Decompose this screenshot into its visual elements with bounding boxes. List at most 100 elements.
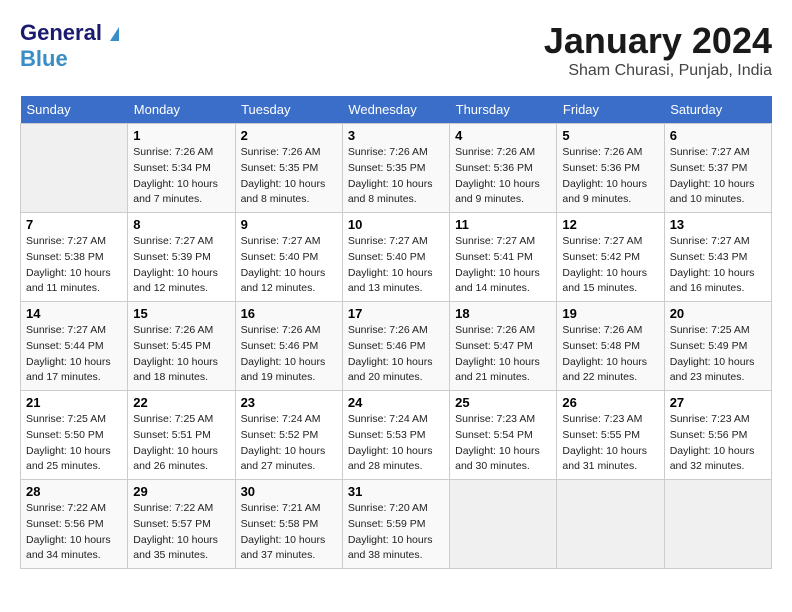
- day-number: 2: [241, 128, 337, 143]
- calendar-cell: 13Sunrise: 7:27 AMSunset: 5:43 PMDayligh…: [664, 213, 771, 302]
- col-saturday: Saturday: [664, 96, 771, 124]
- calendar-week-row: 1 Sunrise: 7:26 AMSunset: 5:34 PMDaylight…: [21, 124, 772, 213]
- day-info: Sunrise: 7:25 AMSunset: 5:49 PMDaylight:…: [670, 323, 766, 386]
- calendar-table: Sunday Monday Tuesday Wednesday Thursday…: [20, 96, 772, 569]
- day-info: Sunrise: 7:26 AMSunset: 5:46 PMDaylight:…: [241, 323, 337, 386]
- calendar-week-row: 21 Sunrise: 7:25 AMSunset: 5:50 PMDayligh…: [21, 391, 772, 480]
- day-info: Sunrise: 7:27 AMSunset: 5:40 PMDaylight:…: [348, 234, 444, 297]
- logo-general: General: [20, 20, 102, 45]
- calendar-cell: 2 Sunrise: 7:26 AMSunset: 5:35 PMDaylight…: [235, 124, 342, 213]
- calendar-cell: [21, 124, 128, 213]
- day-number: 11: [455, 217, 551, 232]
- day-info: Sunrise: 7:26 AMSunset: 5:36 PMDaylight:…: [562, 145, 658, 208]
- calendar-cell: 7 Sunrise: 7:27 AMSunset: 5:38 PMDaylight…: [21, 213, 128, 302]
- calendar-cell: 18Sunrise: 7:26 AMSunset: 5:47 PMDayligh…: [450, 302, 557, 391]
- day-info: Sunrise: 7:23 AMSunset: 5:56 PMDaylight:…: [670, 412, 766, 475]
- day-info: Sunrise: 7:27 AMSunset: 5:44 PMDaylight:…: [26, 323, 122, 386]
- calendar-week-row: 14 Sunrise: 7:27 AMSunset: 5:44 PMDayligh…: [21, 302, 772, 391]
- day-number: 28: [26, 484, 122, 499]
- page-header: General Blue January 2024 Sham Churasi, …: [20, 20, 772, 80]
- day-number: 30: [241, 484, 337, 499]
- page-subtitle: Sham Churasi, Punjab, India: [544, 62, 772, 80]
- day-number: 16: [241, 306, 337, 321]
- day-number: 26: [562, 395, 658, 410]
- calendar-cell: 28 Sunrise: 7:22 AMSunset: 5:56 PMDayligh…: [21, 480, 128, 569]
- calendar-cell: 23 Sunrise: 7:24 AMSunset: 5:52 PMDayligh…: [235, 391, 342, 480]
- calendar-cell: 1 Sunrise: 7:26 AMSunset: 5:34 PMDaylight…: [128, 124, 235, 213]
- col-thursday: Thursday: [450, 96, 557, 124]
- calendar-header-row: Sunday Monday Tuesday Wednesday Thursday…: [21, 96, 772, 124]
- calendar-cell: 21 Sunrise: 7:25 AMSunset: 5:50 PMDayligh…: [21, 391, 128, 480]
- day-info: Sunrise: 7:20 AMSunset: 5:59 PMDaylight:…: [348, 501, 444, 564]
- calendar-cell: 17 Sunrise: 7:26 AMSunset: 5:46 PMDayligh…: [342, 302, 449, 391]
- day-number: 9: [241, 217, 337, 232]
- day-number: 19: [562, 306, 658, 321]
- day-info: Sunrise: 7:25 AMSunset: 5:50 PMDaylight:…: [26, 412, 122, 475]
- calendar-cell: 5 Sunrise: 7:26 AMSunset: 5:36 PMDaylight…: [557, 124, 664, 213]
- calendar-cell: 26Sunrise: 7:23 AMSunset: 5:55 PMDayligh…: [557, 391, 664, 480]
- calendar-cell: 10Sunrise: 7:27 AMSunset: 5:40 PMDayligh…: [342, 213, 449, 302]
- calendar-week-row: 28 Sunrise: 7:22 AMSunset: 5:56 PMDayligh…: [21, 480, 772, 569]
- day-number: 13: [670, 217, 766, 232]
- day-info: Sunrise: 7:26 AMSunset: 5:47 PMDaylight:…: [455, 323, 551, 386]
- col-wednesday: Wednesday: [342, 96, 449, 124]
- calendar-cell: 6 Sunrise: 7:27 AMSunset: 5:37 PMDaylight…: [664, 124, 771, 213]
- day-number: 15: [133, 306, 229, 321]
- calendar-cell: 12 Sunrise: 7:27 AMSunset: 5:42 PMDayligh…: [557, 213, 664, 302]
- calendar-cell: 9 Sunrise: 7:27 AMSunset: 5:40 PMDaylight…: [235, 213, 342, 302]
- col-tuesday: Tuesday: [235, 96, 342, 124]
- day-info: Sunrise: 7:24 AMSunset: 5:52 PMDaylight:…: [241, 412, 337, 475]
- day-number: 3: [348, 128, 444, 143]
- day-info: Sunrise: 7:25 AMSunset: 5:51 PMDaylight:…: [133, 412, 229, 475]
- day-number: 1: [133, 128, 229, 143]
- day-info: Sunrise: 7:26 AMSunset: 5:46 PMDaylight:…: [348, 323, 444, 386]
- day-info: Sunrise: 7:26 AMSunset: 5:34 PMDaylight:…: [133, 145, 229, 208]
- day-info: Sunrise: 7:22 AMSunset: 5:56 PMDaylight:…: [26, 501, 122, 564]
- day-number: 14: [26, 306, 122, 321]
- calendar-cell: 15Sunrise: 7:26 AMSunset: 5:45 PMDayligh…: [128, 302, 235, 391]
- calendar-cell: 31 Sunrise: 7:20 AMSunset: 5:59 PMDayligh…: [342, 480, 449, 569]
- calendar-cell: 3 Sunrise: 7:26 AMSunset: 5:35 PMDaylight…: [342, 124, 449, 213]
- day-info: Sunrise: 7:27 AMSunset: 5:38 PMDaylight:…: [26, 234, 122, 297]
- day-number: 27: [670, 395, 766, 410]
- day-info: Sunrise: 7:24 AMSunset: 5:53 PMDaylight:…: [348, 412, 444, 475]
- day-number: 6: [670, 128, 766, 143]
- day-number: 20: [670, 306, 766, 321]
- day-number: 5: [562, 128, 658, 143]
- day-info: Sunrise: 7:23 AMSunset: 5:54 PMDaylight:…: [455, 412, 551, 475]
- day-info: Sunrise: 7:27 AMSunset: 5:42 PMDaylight:…: [562, 234, 658, 297]
- title-block: January 2024 Sham Churasi, Punjab, India: [544, 20, 772, 80]
- calendar-cell: 22 Sunrise: 7:25 AMSunset: 5:51 PMDayligh…: [128, 391, 235, 480]
- col-sunday: Sunday: [21, 96, 128, 124]
- day-number: 7: [26, 217, 122, 232]
- day-number: 23: [241, 395, 337, 410]
- day-number: 22: [133, 395, 229, 410]
- day-info: Sunrise: 7:26 AMSunset: 5:35 PMDaylight:…: [241, 145, 337, 208]
- calendar-cell: 8Sunrise: 7:27 AMSunset: 5:39 PMDaylight…: [128, 213, 235, 302]
- day-number: 17: [348, 306, 444, 321]
- day-number: 8: [133, 217, 229, 232]
- calendar-cell: 4 Sunrise: 7:26 AMSunset: 5:36 PMDaylight…: [450, 124, 557, 213]
- calendar-cell: [664, 480, 771, 569]
- calendar-cell: 20 Sunrise: 7:25 AMSunset: 5:49 PMDayligh…: [664, 302, 771, 391]
- col-friday: Friday: [557, 96, 664, 124]
- calendar-cell: 11 Sunrise: 7:27 AMSunset: 5:41 PMDayligh…: [450, 213, 557, 302]
- calendar-cell: 29Sunrise: 7:22 AMSunset: 5:57 PMDayligh…: [128, 480, 235, 569]
- day-number: 25: [455, 395, 551, 410]
- calendar-week-row: 7 Sunrise: 7:27 AMSunset: 5:38 PMDaylight…: [21, 213, 772, 302]
- day-info: Sunrise: 7:27 AMSunset: 5:37 PMDaylight:…: [670, 145, 766, 208]
- day-number: 4: [455, 128, 551, 143]
- day-number: 31: [348, 484, 444, 499]
- day-number: 12: [562, 217, 658, 232]
- calendar-cell: 14 Sunrise: 7:27 AMSunset: 5:44 PMDayligh…: [21, 302, 128, 391]
- logo-triangle-icon: [110, 27, 119, 41]
- day-info: Sunrise: 7:27 AMSunset: 5:40 PMDaylight:…: [241, 234, 337, 297]
- day-info: Sunrise: 7:26 AMSunset: 5:36 PMDaylight:…: [455, 145, 551, 208]
- day-info: Sunrise: 7:27 AMSunset: 5:41 PMDaylight:…: [455, 234, 551, 297]
- calendar-cell: 30Sunrise: 7:21 AMSunset: 5:58 PMDayligh…: [235, 480, 342, 569]
- calendar-cell: [450, 480, 557, 569]
- day-info: Sunrise: 7:26 AMSunset: 5:35 PMDaylight:…: [348, 145, 444, 208]
- calendar-cell: 19Sunrise: 7:26 AMSunset: 5:48 PMDayligh…: [557, 302, 664, 391]
- day-number: 21: [26, 395, 122, 410]
- calendar-cell: 24Sunrise: 7:24 AMSunset: 5:53 PMDayligh…: [342, 391, 449, 480]
